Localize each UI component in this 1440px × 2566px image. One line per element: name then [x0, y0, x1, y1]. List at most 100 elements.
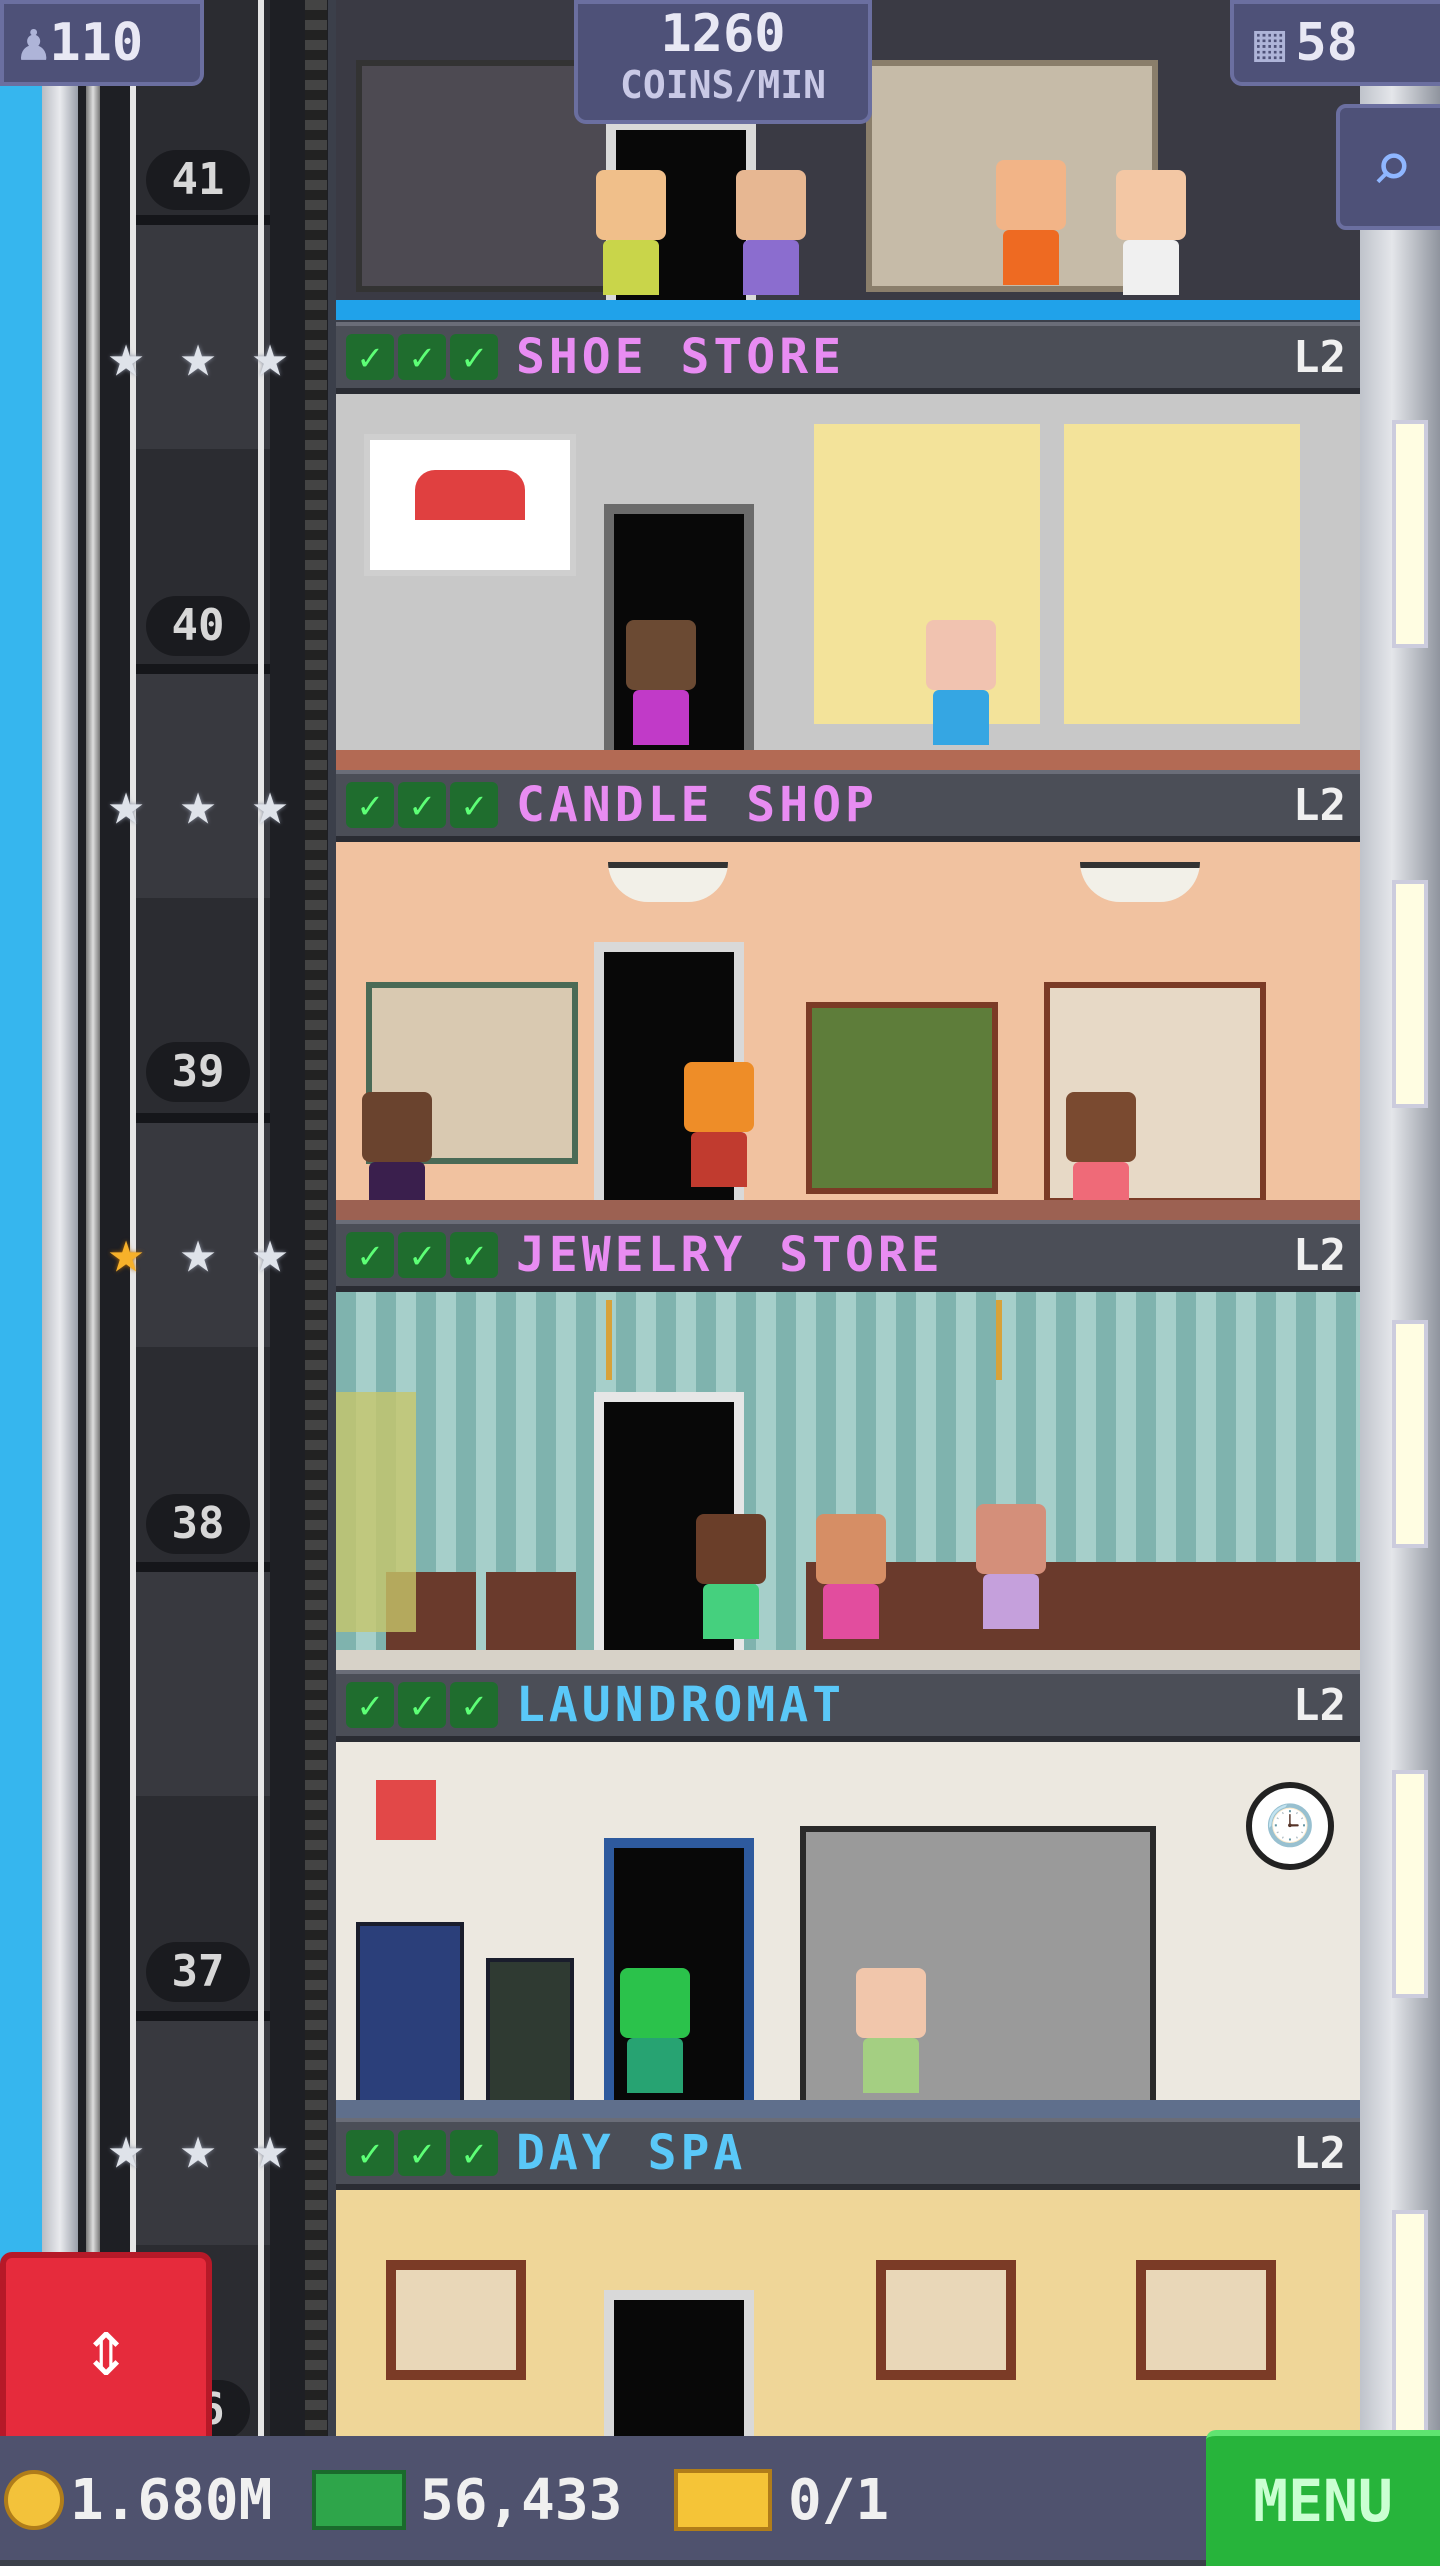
check-icon: ✓ [450, 782, 498, 828]
floor-candle-shop[interactable] [336, 842, 1360, 1220]
floor-number: 37 [146, 1942, 250, 2002]
floor-sign[interactable]: ✓ ✓ ✓ LAUNDROMAT L2 [336, 1670, 1360, 1742]
building-icon: ▦ [1254, 13, 1286, 73]
floor-base [336, 1650, 1360, 1670]
tower-bux-icon [312, 2470, 406, 2530]
checks: ✓ ✓ ✓ [346, 1682, 498, 1728]
floor-laundromat[interactable]: 🕒 [336, 1742, 1360, 2120]
menu-button[interactable]: MENU [1206, 2430, 1440, 2566]
floor-name: CANDLE SHOP [516, 777, 878, 833]
population-value: 110 [49, 13, 144, 73]
check-icon: ✓ [398, 1682, 446, 1728]
sky [0, 0, 42, 2560]
bitizen[interactable] [996, 160, 1066, 285]
floor-name: DAY SPA [516, 2125, 747, 2181]
floor-name: SHOE STORE [516, 329, 845, 385]
checks: ✓ ✓ ✓ [346, 2130, 498, 2176]
bitizen[interactable] [620, 1968, 690, 2093]
check-icon: ✓ [450, 2130, 498, 2176]
window-light [1392, 1770, 1428, 1998]
bitizen[interactable] [856, 1968, 926, 2093]
bitizen[interactable] [626, 620, 696, 745]
tower-right-wall [1360, 0, 1440, 2560]
tickets-display[interactable]: 0/1 [674, 2460, 889, 2540]
floor-number: 40 [146, 596, 250, 656]
star-icon: ★ [179, 321, 217, 391]
floor-number: 39 [146, 1042, 250, 1102]
floor-jewelry-store[interactable] [336, 1292, 1360, 1670]
bitizen[interactable] [1066, 1092, 1136, 1217]
jewelry-stand [486, 1572, 576, 1652]
floor-sign[interactable]: ✓ ✓ ✓ JEWELRY STORE L2 [336, 1220, 1360, 1292]
bux-display[interactable]: 56,433 [312, 2460, 622, 2540]
no-sign-icon [376, 1780, 436, 1840]
bitizen-construction[interactable] [684, 1062, 754, 1187]
bitizen[interactable] [976, 1504, 1046, 1629]
ceiling-lamp [608, 862, 728, 902]
jewelry-counter [806, 1562, 1360, 1652]
star-icon: ★ [107, 321, 145, 391]
check-icon: ✓ [450, 334, 498, 380]
ceiling-lamp [1080, 862, 1200, 902]
floor-day-spa[interactable] [336, 2190, 1360, 2440]
floor-level: L2 [1293, 1229, 1346, 1281]
floor-count[interactable]: ▦ 58 [1230, 0, 1440, 86]
bitizen[interactable] [362, 1092, 432, 1217]
shoe-wall-display [1064, 424, 1300, 724]
window-light [1392, 1320, 1428, 1548]
check-icon: ✓ [346, 334, 394, 380]
coins-per-min-value: 1260 [660, 4, 786, 64]
floor-stars: ★ ★ ★ [96, 1222, 306, 1282]
floor-name: JEWELRY STORE [516, 1227, 944, 1283]
star-icon: ★ [251, 2113, 289, 2183]
check-icon: ✓ [450, 1232, 498, 1278]
window-light [1392, 420, 1428, 648]
checks: ✓ ✓ ✓ [346, 334, 498, 380]
elevator-button[interactable]: ⇕ [0, 2252, 212, 2448]
floor-sign[interactable]: ✓ ✓ ✓ CANDLE SHOP L2 [336, 770, 1360, 842]
washing-machines [800, 1826, 1156, 2108]
check-icon: ✓ [346, 1232, 394, 1278]
wall-picture [1136, 2260, 1276, 2380]
tower-outer-wall [42, 0, 78, 2560]
star-icon: ★ [179, 769, 217, 839]
bitizen[interactable] [696, 1514, 766, 1639]
magnifier-icon[interactable]: ⌕ [1336, 104, 1440, 230]
bitizen[interactable] [816, 1514, 886, 1639]
bitizen[interactable] [596, 170, 666, 295]
clock-icon: 🕒 [1246, 1782, 1334, 1870]
bux-value: 56,433 [420, 2467, 623, 2533]
star-icon: ★ [251, 321, 289, 391]
checks: ✓ ✓ ✓ [346, 1232, 498, 1278]
floor-sign[interactable]: ✓ ✓ ✓ SHOE STORE L2 [336, 322, 1360, 394]
star-icon: ★ [107, 769, 145, 839]
bitizen[interactable] [736, 170, 806, 295]
check-icon: ✓ [346, 782, 394, 828]
check-icon: ✓ [398, 2130, 446, 2176]
coins-per-min-label: COINS/MIN [620, 63, 826, 107]
check-icon: ✓ [398, 1232, 446, 1278]
gold-star-icon: ★ [107, 1217, 145, 1287]
up-down-arrows-icon: ⇕ [81, 2301, 131, 2394]
coins-display[interactable]: 1.680M [4, 2460, 272, 2540]
wall-picture [386, 2260, 526, 2380]
wall-picture [876, 2260, 1016, 2380]
star-icon: ★ [251, 769, 289, 839]
check-icon: ✓ [398, 334, 446, 380]
floor-shoe-store[interactable] [336, 394, 1360, 770]
checks: ✓ ✓ ✓ [346, 782, 498, 828]
floor-base [336, 2100, 1360, 2120]
star-icon: ★ [107, 2113, 145, 2183]
floor-number: 41 [146, 150, 250, 210]
tickets-value: 0/1 [788, 2467, 890, 2533]
floor-number: 38 [146, 1494, 250, 1554]
vending-machine [356, 1922, 464, 2108]
bitizen[interactable] [926, 620, 996, 745]
coin-icon [4, 2470, 64, 2530]
population-counter[interactable]: ♟ 110 [0, 0, 204, 86]
coins-per-min-panel[interactable]: 1260 COINS/MIN [574, 0, 872, 124]
floor-sign[interactable]: ✓ ✓ ✓ DAY SPA L2 [336, 2118, 1360, 2190]
bitizen[interactable] [1116, 170, 1186, 295]
person-icon: ♟ [18, 13, 50, 73]
floor-count-value: 58 [1295, 13, 1358, 73]
